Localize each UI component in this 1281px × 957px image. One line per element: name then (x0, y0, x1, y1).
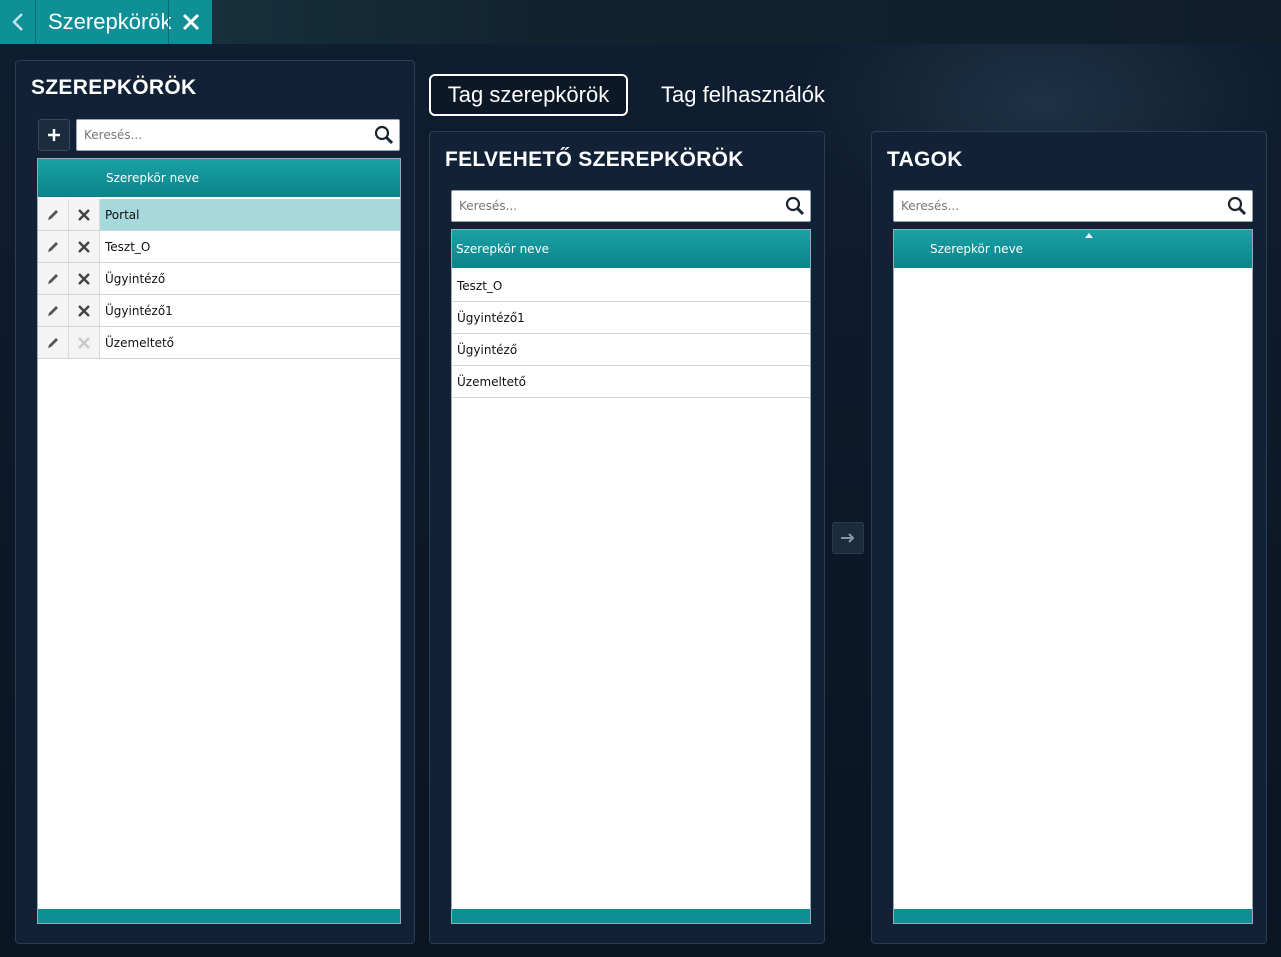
members-search-input[interactable] (894, 191, 1222, 221)
members-grid: Szerepkör neve (893, 229, 1253, 924)
edit-button[interactable] (38, 231, 69, 262)
members-panel-title: TAGOK (887, 148, 963, 171)
role-name: Üzemeltető (457, 374, 527, 389)
table-row[interactable]: Portal (38, 199, 400, 231)
chevron-left-icon (11, 13, 23, 31)
role-name: Ügyintéző1 (105, 303, 173, 318)
tab-member-roles[interactable]: Tag szerepkörök (429, 74, 628, 116)
role-name: Ügyintéző (457, 342, 518, 357)
x-icon (78, 208, 90, 221)
delete-button[interactable] (69, 295, 100, 326)
available-roles-grid: Szerepkör neve Teszt_O Ügyintéző1 Ügyint… (451, 229, 811, 924)
delete-button[interactable] (69, 231, 100, 262)
role-name: Ügyintéző1 (457, 310, 525, 325)
edit-button[interactable] (38, 263, 69, 294)
available-roles-title: FELVEHETŐ SZEREPKÖRÖK (445, 148, 744, 171)
list-item[interactable]: Ügyintéző (452, 334, 810, 366)
members-panel: TAGOK Szerepkör neve (871, 131, 1267, 944)
role-name: Portal (105, 207, 140, 222)
roles-search-input[interactable] (77, 120, 369, 150)
available-roles-search-input[interactable] (452, 191, 780, 221)
members-grid-header[interactable]: Szerepkör neve (894, 230, 1252, 268)
table-row[interactable]: Ügyintéző1 (38, 295, 400, 327)
available-roles-panel: FELVEHETŐ SZEREPKÖRÖK Szerepkör neve Tes… (429, 131, 825, 944)
role-name: Teszt_O (457, 278, 503, 293)
x-icon (78, 240, 90, 253)
roles-grid-header[interactable]: Szerepkör neve (38, 159, 400, 197)
pencil-icon (48, 241, 58, 252)
role-name: Teszt_O (105, 239, 151, 254)
back-button[interactable] (0, 0, 36, 44)
window-title: Szerepkörök (48, 9, 172, 34)
delete-button[interactable] (69, 263, 100, 294)
table-row[interactable]: Ügyintéző (38, 263, 400, 295)
table-row[interactable]: Üzemeltető (38, 327, 400, 359)
top-bar-background (212, 0, 1281, 44)
grid-footer (452, 909, 810, 923)
move-right-button[interactable] (832, 522, 864, 554)
available-roles-grid-header[interactable]: Szerepkör neve (452, 230, 810, 268)
column-header-role-name[interactable]: Szerepkör neve (894, 242, 1023, 256)
add-role-button[interactable] (38, 119, 70, 151)
available-roles-search (451, 190, 811, 222)
roles-grid: Szerepkör neve Portal Teszt_O Ügyintéző … (37, 158, 401, 924)
grid-footer (38, 909, 400, 923)
pencil-icon (48, 273, 58, 284)
x-icon (78, 336, 90, 349)
top-bar: Szerepkörök (0, 0, 1281, 44)
role-name: Üzemeltető (105, 335, 175, 350)
grid-footer (894, 909, 1252, 923)
search-icon[interactable] (369, 120, 399, 150)
pencil-icon (48, 305, 58, 316)
close-button[interactable] (168, 0, 212, 44)
roles-panel-title: SZEREPKÖRÖK (31, 76, 197, 99)
sort-ascending-icon (1085, 233, 1093, 238)
edit-button[interactable] (38, 199, 69, 230)
roles-panel: SZEREPKÖRÖK Szerepkör neve Portal Teszt_… (15, 60, 415, 944)
arrow-right-icon (841, 533, 855, 543)
search-icon[interactable] (780, 191, 810, 221)
delete-button[interactable] (69, 199, 100, 230)
tab-member-users[interactable]: Tag felhasználók (650, 74, 836, 116)
search-icon[interactable] (1222, 191, 1252, 221)
table-row[interactable]: Teszt_O (38, 231, 400, 263)
column-header-role-name[interactable]: Szerepkör neve (452, 242, 549, 256)
close-icon (182, 13, 199, 31)
list-item[interactable]: Teszt_O (452, 270, 810, 302)
column-header-role-name[interactable]: Szerepkör neve (38, 171, 199, 185)
plus-icon (48, 129, 60, 141)
role-name: Ügyintéző (105, 271, 166, 286)
x-icon (78, 272, 90, 285)
window-tab: Szerepkörök (0, 0, 212, 44)
members-search (893, 190, 1253, 222)
delete-button-disabled (69, 327, 100, 358)
list-item[interactable]: Ügyintéző1 (452, 302, 810, 334)
pencil-icon (48, 337, 58, 348)
roles-search (76, 119, 400, 151)
x-icon (78, 304, 90, 317)
list-item[interactable]: Üzemeltető (452, 366, 810, 398)
edit-button[interactable] (38, 295, 69, 326)
pencil-icon (48, 209, 58, 220)
edit-button[interactable] (38, 327, 69, 358)
